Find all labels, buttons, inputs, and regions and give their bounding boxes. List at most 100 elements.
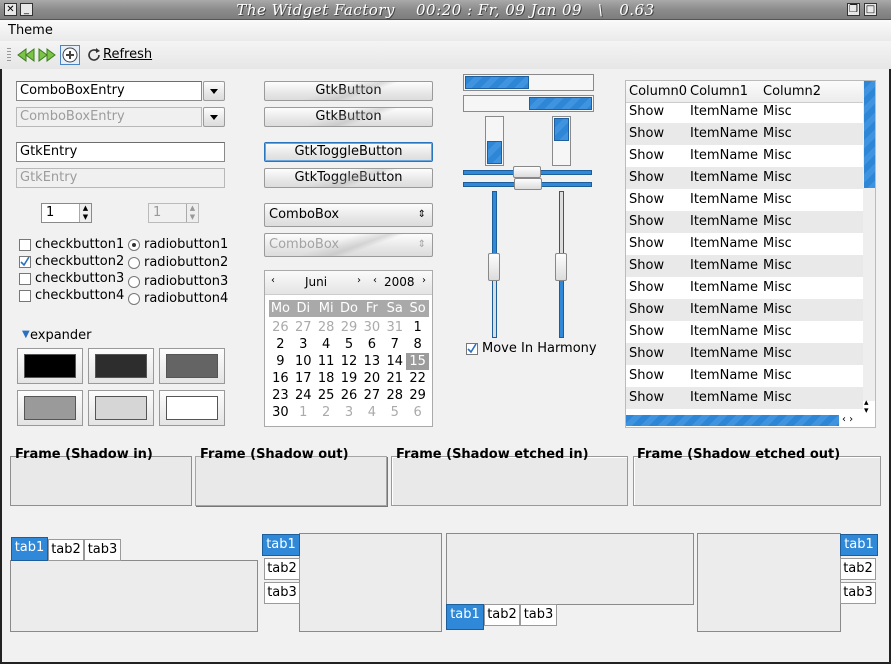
notebook-right-tab2[interactable]: tab2 (840, 558, 876, 580)
calendar-day[interactable]: 26 (338, 387, 361, 404)
add-icon[interactable] (60, 45, 80, 65)
calendar-day[interactable]: 30 (269, 404, 292, 421)
toolbar-grip[interactable] (7, 48, 11, 62)
gtk-toggle-button-2[interactable]: GtkToggleButton (264, 168, 433, 188)
restore-icon[interactable]: ❐ (847, 3, 860, 16)
calendar-day[interactable]: 27 (292, 319, 315, 336)
notebook-bottom-tab2[interactable]: tab2 (484, 604, 520, 626)
notebook-left-tab2[interactable]: tab2 (264, 558, 300, 580)
calendar-day[interactable]: 21 (383, 370, 406, 387)
harmony-checkbox[interactable] (466, 343, 478, 355)
table-row[interactable]: Show ItemName Misc (626, 387, 863, 409)
notebook-right-tab1[interactable]: tab1 (840, 534, 878, 556)
calendar-day[interactable]: 14 (383, 353, 406, 370)
calendar-day[interactable]: 3 (292, 336, 315, 353)
checkbox-1-label[interactable]: checkbutton1 (35, 237, 124, 252)
calendar-day[interactable]: 2 (315, 404, 338, 421)
expander-label[interactable]: expander (30, 328, 92, 343)
calendar-day[interactable]: 7 (383, 336, 406, 353)
color-swatch-gray[interactable] (159, 348, 225, 384)
hscale-1-slider[interactable] (513, 166, 541, 178)
table-row[interactable]: Show ItemName Misc (626, 343, 863, 365)
calendar-day[interactable]: 26 (269, 319, 292, 336)
calendar-day[interactable]: 28 (315, 319, 338, 336)
table-row[interactable]: Show ItemName Misc (626, 123, 863, 145)
tree-view[interactable]: Column0 Column1 Column2 Show ItemName Misc… (625, 80, 876, 428)
table-row[interactable]: Show ItemName Misc (626, 299, 863, 321)
notebook-top-tab1[interactable]: tab1 (11, 537, 48, 561)
calendar-day[interactable]: 24 (292, 387, 315, 404)
calendar-day[interactable]: 15 (406, 353, 430, 370)
notebook-right-tab3[interactable]: tab3 (840, 582, 876, 604)
table-row[interactable]: Show ItemName Misc (626, 233, 863, 255)
calendar-day[interactable]: 22 (406, 370, 429, 387)
next-month-icon[interactable]: › (357, 275, 361, 286)
gtk-button-1[interactable]: GtkButton (264, 81, 433, 101)
calendar[interactable]: ‹ Juni › ‹ 2008 › Mo Di Mi Do Fr Sa So 26 27 28 2… (264, 270, 433, 427)
checkbox-1[interactable] (19, 239, 31, 251)
radio-3[interactable] (128, 276, 140, 288)
column-header-2[interactable]: Column2 (763, 81, 821, 103)
calendar-day[interactable]: 1 (292, 404, 315, 421)
calendar-day[interactable]: 29 (338, 319, 361, 336)
checkbox-3[interactable] (19, 273, 31, 285)
refresh-label[interactable]: Refresh (103, 47, 152, 62)
table-row[interactable]: Show ItemName Misc (626, 211, 863, 233)
checkbox-4[interactable] (19, 290, 31, 302)
calendar-day[interactable]: 18 (315, 370, 338, 387)
checkbox-3-label[interactable]: checkbutton3 (35, 271, 124, 286)
table-row[interactable]: Show ItemName Misc (626, 145, 863, 167)
calendar-day[interactable]: 19 (338, 370, 361, 387)
combobox-entry-toggle[interactable] (203, 81, 225, 101)
table-row[interactable]: Show ItemName Misc (626, 365, 863, 387)
vscale-1-slider[interactable] (488, 253, 500, 281)
calendar-day[interactable]: 9 (269, 353, 292, 370)
gtk-toggle-button-1[interactable]: GtkToggleButton (264, 142, 433, 162)
notebook-bottom-tab1[interactable]: tab1 (446, 604, 484, 630)
scroll-updown-icon[interactable]: ▴ ▾ (864, 399, 869, 416)
color-swatch-white[interactable] (159, 390, 225, 426)
calendar-day[interactable]: 28 (383, 387, 406, 404)
calendar-day[interactable]: 4 (315, 336, 338, 353)
checkbox-2-label[interactable]: checkbutton2 (35, 254, 124, 269)
prev-year-icon[interactable]: ‹ (373, 275, 377, 286)
forward-arrow-icon[interactable] (37, 45, 57, 65)
scroll-leftright-icon[interactable]: ‹ › (842, 414, 853, 425)
menu-theme[interactable]: Theme (8, 23, 53, 38)
maximize-icon[interactable]: □ (864, 3, 877, 16)
spin-button[interactable]: 1 ▲ ▼ (41, 203, 92, 223)
radio-4[interactable] (128, 293, 140, 305)
table-row[interactable]: Show ItemName Misc (626, 167, 863, 189)
table-row[interactable]: Show ItemName Misc (626, 255, 863, 277)
checkbox-4-label[interactable]: checkbutton4 (35, 288, 124, 303)
calendar-day[interactable]: 6 (360, 336, 383, 353)
calendar-day[interactable]: 5 (338, 336, 361, 353)
notebook-left-tab1[interactable]: tab1 (262, 534, 300, 556)
spin-arrows-icon[interactable]: ▲ ▼ (79, 204, 91, 222)
calendar-day[interactable]: 8 (406, 336, 429, 353)
next-year-icon[interactable]: › (422, 275, 426, 286)
color-swatch-darkgray[interactable] (88, 348, 154, 384)
prev-month-icon[interactable]: ‹ (271, 275, 275, 286)
notebook-bottom-tab3[interactable]: tab3 (520, 604, 557, 626)
table-row[interactable]: Show ItemName Misc (626, 277, 863, 299)
radio-2[interactable] (128, 257, 140, 269)
calendar-day[interactable]: 3 (338, 404, 361, 421)
radio-3-label[interactable]: radiobutton3 (144, 274, 228, 289)
calendar-day[interactable]: 12 (338, 353, 361, 370)
calendar-day[interactable]: 13 (360, 353, 383, 370)
calendar-day[interactable]: 1 (406, 319, 429, 336)
calendar-day[interactable]: 5 (383, 404, 406, 421)
color-swatch-midgray[interactable] (17, 390, 83, 426)
notebook-top-tab3[interactable]: tab3 (84, 539, 121, 561)
color-swatch-lightgray[interactable] (88, 390, 154, 426)
radio-4-label[interactable]: radiobutton4 (144, 291, 228, 306)
notebook-top-tab2[interactable]: tab2 (48, 539, 84, 561)
gtk-entry[interactable]: GtkEntry (16, 142, 225, 162)
calendar-day[interactable]: 16 (269, 370, 292, 387)
calendar-day[interactable]: 11 (315, 353, 338, 370)
expander-arrow-icon[interactable]: ▼ (22, 329, 30, 340)
table-row[interactable]: Show ItemName Misc (626, 101, 863, 123)
color-swatch-black[interactable] (17, 348, 83, 384)
calendar-day[interactable]: 30 (360, 319, 383, 336)
